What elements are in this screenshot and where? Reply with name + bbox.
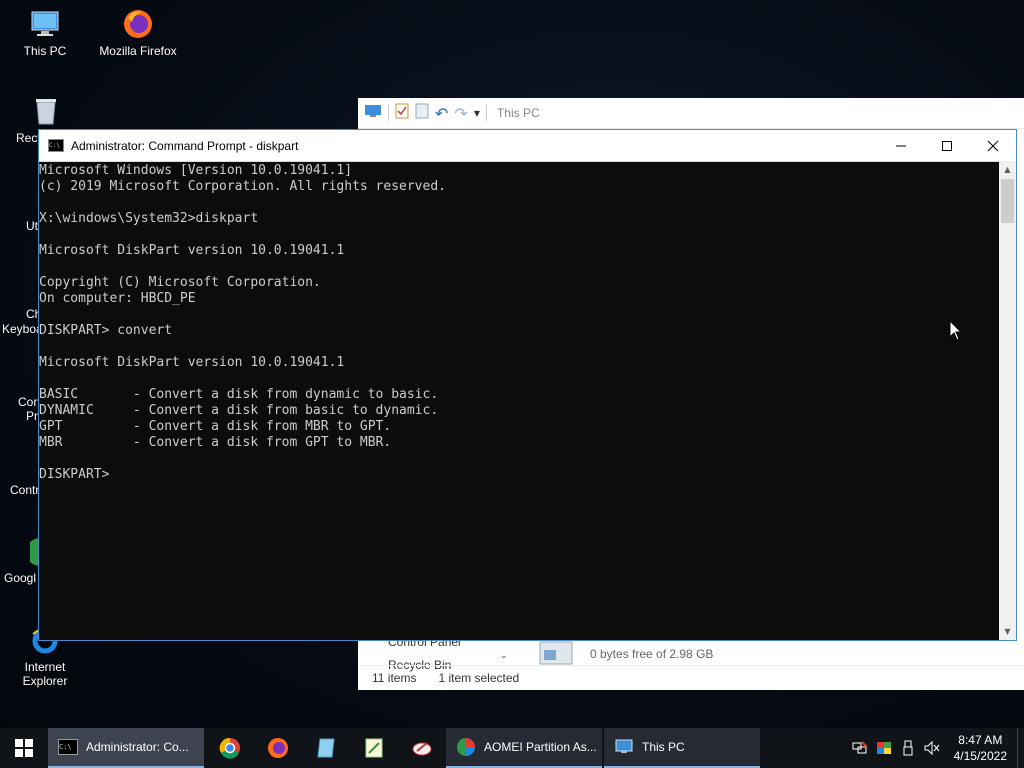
taskbar-item-command-prompt[interactable]: C:\ Administrator: Co...	[48, 728, 204, 768]
undo-icon[interactable]: ↶	[435, 104, 448, 123]
redo-icon[interactable]: ↷	[454, 104, 467, 123]
computer-icon	[615, 739, 633, 753]
recycle-bin-icon[interactable]	[32, 96, 60, 129]
desktop-icon-firefox[interactable]: Mozilla Firefox	[95, 8, 181, 58]
show-desktop-button[interactable]	[1017, 728, 1024, 768]
item-count: 11 items	[372, 671, 417, 685]
text-editor-icon	[365, 738, 383, 758]
title-bar[interactable]: C:\ Administrator: Command Prompt - disk…	[39, 130, 1016, 162]
scroll-down-icon[interactable]: ⌄	[500, 650, 508, 661]
partial-label-keyboard-2: Keyboa	[2, 322, 43, 336]
computer-icon	[29, 8, 61, 40]
cmd-icon: C:\	[58, 739, 78, 755]
maximize-button[interactable]	[924, 130, 970, 161]
firefox-icon	[268, 738, 288, 758]
taskbar-pin-paint[interactable]	[398, 728, 446, 768]
cmd-icon: C:\	[48, 139, 64, 152]
partial-label-utilities: Ut	[26, 219, 38, 233]
desktop-icon-label: This PC	[23, 44, 67, 58]
network-icon[interactable]	[848, 741, 872, 755]
new-folder-icon[interactable]	[415, 103, 429, 123]
partial-label-command-1: Con	[18, 395, 41, 409]
partial-label-command-2: Pr	[26, 409, 38, 423]
console-text: Microsoft Windows [Version 10.0.19041.1]…	[39, 163, 446, 482]
chrome-icon	[219, 737, 240, 759]
command-prompt-window[interactable]: C:\ Administrator: Command Prompt - disk…	[38, 129, 1017, 641]
window-title: Administrator: Command Prompt - diskpart	[71, 138, 299, 153]
paint-icon	[412, 742, 432, 756]
computer-icon	[364, 103, 382, 123]
drive-free-space: 0 bytes free of 2.98 GB	[590, 647, 714, 661]
status-bar: 11 items 1 item selected	[358, 665, 1024, 690]
scroll-down-icon[interactable]: ▼	[999, 623, 1016, 640]
windows-icon	[15, 739, 33, 757]
maximize-icon	[942, 140, 952, 151]
console-output[interactable]: Microsoft Windows [Version 10.0.19041.1]…	[39, 161, 999, 640]
taskbar: C:\ Administrator: Co... AOMEI Partition…	[0, 728, 1024, 768]
desktop-icon-this-pc[interactable]: This PC	[2, 8, 88, 58]
notepad-icon	[317, 738, 335, 758]
selection-count: 1 item selected	[438, 671, 520, 685]
scrollbar-thumb[interactable]	[1001, 179, 1014, 223]
clock-date: 4/15/2022	[953, 749, 1007, 763]
window-title: This PC	[496, 106, 540, 120]
display-settings-icon[interactable]	[872, 741, 896, 755]
close-button[interactable]	[970, 130, 1016, 161]
taskbar-item-label: Administrator: Co...	[86, 740, 189, 754]
firefox-icon	[122, 8, 154, 40]
quick-access-toolbar: ↶ ↷ ▼ This PC	[358, 98, 1024, 129]
minimize-icon	[896, 145, 906, 146]
taskbar-pin-notepad[interactable]	[302, 728, 350, 768]
mouse-cursor-icon	[949, 319, 963, 346]
partial-label-google: Googl	[4, 571, 37, 585]
clock-time: 8:47 AM	[958, 733, 1003, 747]
start-button[interactable]	[0, 728, 48, 768]
close-icon	[987, 140, 999, 151]
taskbar-item-aomei[interactable]: AOMEI Partition As...	[446, 728, 602, 768]
system-clock[interactable]: 8:47 AM 4/15/2022	[944, 732, 1017, 764]
desktop-icon-label: Mozilla Firefox	[99, 44, 177, 58]
desktop-icon-label: Internet Explorer	[22, 660, 68, 688]
taskbar-pin-firefox[interactable]	[254, 728, 302, 768]
taskbar-item-this-pc[interactable]: This PC	[604, 728, 760, 768]
taskbar-pin-editor[interactable]	[350, 728, 398, 768]
system-tray: 8:47 AM 4/15/2022	[848, 728, 1024, 768]
properties-icon[interactable]	[395, 103, 409, 123]
partial-label-control: Contr	[10, 483, 40, 497]
chevron-down-icon[interactable]: ▼	[474, 109, 480, 118]
volume-muted-icon[interactable]	[920, 741, 944, 755]
taskbar-item-label: AOMEI Partition As...	[484, 740, 597, 754]
taskbar-pin-chrome[interactable]	[206, 728, 254, 768]
aomei-icon	[457, 738, 475, 756]
minimize-button[interactable]	[878, 130, 924, 161]
usb-eject-icon[interactable]	[896, 740, 920, 756]
scroll-up-icon[interactable]: ▲	[999, 161, 1016, 178]
vertical-scrollbar[interactable]: ▲ ▼	[999, 161, 1016, 640]
taskbar-item-label: This PC	[642, 740, 685, 754]
